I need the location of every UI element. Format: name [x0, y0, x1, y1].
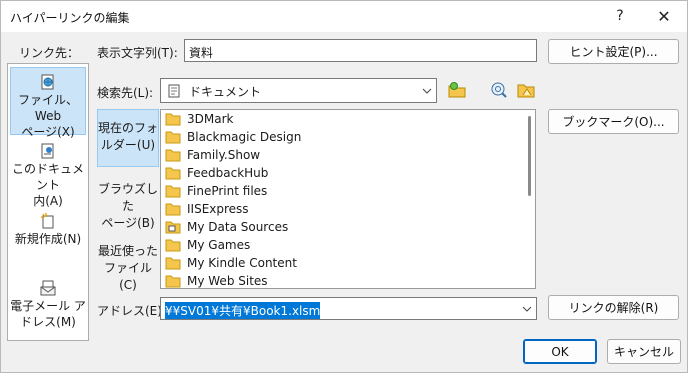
- browse-web-icon: [448, 82, 466, 98]
- link-to-panel: ファイル、Web ページ(X) このドキュメント 内(A) 新規作成(N) 電子…: [7, 63, 89, 341]
- folder-icon: [165, 185, 181, 198]
- list-item[interactable]: Family.Show: [165, 146, 260, 164]
- chevron-down-icon: [518, 298, 536, 319]
- tab-current-folder[interactable]: 現在のフォ ルダー(U): [97, 109, 159, 167]
- list-item[interactable]: My Kindle Content: [165, 254, 297, 272]
- file-name: My Kindle Content: [187, 256, 297, 270]
- folder-icon: [165, 239, 181, 252]
- tab-recent-files[interactable]: 最近使った ファイル(C): [97, 233, 159, 292]
- cancel-button-label: キャンセル: [613, 345, 674, 359]
- remove-link-button-label: リンクの解除(R): [568, 301, 659, 315]
- ok-button-label: OK: [551, 344, 569, 359]
- link-to-new-document-line1: 新規作成(N): [14, 232, 82, 246]
- file-name: 3DMark: [187, 112, 234, 126]
- screentip-button[interactable]: ヒント設定(P)...: [548, 39, 679, 64]
- display-text-input[interactable]: 資料: [184, 39, 537, 62]
- browse-file-button[interactable]: [487, 78, 511, 102]
- list-item[interactable]: Blackmagic Design: [165, 128, 301, 146]
- tab-recent-files-line1: 最近使った: [97, 244, 158, 258]
- help-icon: ?: [616, 8, 624, 24]
- tab-browsed-pages-line2: ページ(B): [101, 216, 155, 230]
- tab-browsed-pages-line1: ブラウズした: [97, 182, 158, 213]
- ok-button[interactable]: OK: [523, 339, 597, 364]
- address-value: ¥¥SV01¥共有¥Book1.xlsm: [165, 302, 321, 319]
- title-bar: ハイパーリンクの編集 ? ✕: [1, 1, 687, 32]
- file-list-scrollbar[interactable]: [528, 116, 531, 196]
- folder-icon: [165, 275, 181, 288]
- folder-icon: [165, 113, 181, 126]
- file-name: Blackmagic Design: [187, 130, 302, 144]
- tab-current-folder-line1: 現在のフォ: [98, 121, 159, 135]
- bookmark-button-label: ブックマーク(O)...: [562, 115, 665, 129]
- look-in-value: ドキュメント: [189, 85, 262, 99]
- folder-icon: [165, 149, 181, 162]
- dialog-title: ハイパーリンクの編集: [10, 11, 130, 25]
- browse-file-icon: [491, 82, 507, 98]
- file-list[interactable]: 3DMark Blackmagic Design Family.Show Fee…: [160, 109, 536, 289]
- folder-icon: [165, 257, 181, 270]
- list-item[interactable]: 3DMark: [165, 110, 233, 128]
- file-name: Family.Show: [187, 148, 261, 162]
- tab-current-folder-line2: ルダー(U): [100, 138, 156, 152]
- display-text-label: 表示文字列(T):: [97, 46, 178, 60]
- link-to-email-address[interactable]: 電子メール ア ドレス(M): [10, 274, 86, 342]
- list-item[interactable]: My Games: [165, 236, 250, 254]
- help-button[interactable]: ?: [609, 5, 631, 27]
- file-name: FinePrint files: [187, 184, 268, 198]
- link-to-email-address-line1: 電子メール ア: [10, 299, 86, 313]
- file-name: My Games: [187, 238, 251, 252]
- up-folder-icon: [517, 84, 535, 98]
- file-name: FeedbackHub: [187, 166, 269, 180]
- folder-icon: [165, 167, 181, 180]
- file-name: My Data Sources: [187, 220, 289, 234]
- link-to-email-address-line2: ドレス(M): [20, 315, 76, 329]
- email-icon: [40, 280, 56, 296]
- screentip-button-label: ヒント設定(P)...: [569, 45, 658, 59]
- document-place-icon: [41, 143, 54, 159]
- address-label: アドレス(E):: [97, 304, 166, 318]
- tab-recent-files-line2: ファイル(C): [103, 261, 152, 292]
- cancel-button[interactable]: キャンセル: [607, 339, 681, 364]
- display-text-value: 資料: [189, 46, 214, 60]
- look-in-label: 検索先(L):: [97, 86, 154, 100]
- link-to-existing-file-line1: ファイル、Web: [17, 93, 78, 123]
- folder-icon: [165, 203, 181, 216]
- close-button[interactable]: ✕: [653, 5, 675, 27]
- tab-browsed-pages[interactable]: ブラウズした ページ(B): [97, 171, 159, 230]
- browse-web-button[interactable]: [445, 78, 469, 102]
- folder-icon: [165, 131, 181, 144]
- remove-link-button[interactable]: リンクの解除(R): [548, 295, 679, 320]
- chevron-down-icon: [418, 79, 436, 102]
- link-to-place-in-document[interactable]: このドキュメント 内(A): [10, 137, 86, 208]
- list-item[interactable]: FinePrint files: [165, 182, 267, 200]
- link-to-new-document[interactable]: 新規作成(N): [10, 207, 86, 275]
- link-to-existing-file[interactable]: ファイル、Web ページ(X): [10, 67, 86, 139]
- look-in-side-tabs: 現在のフォ ルダー(U) ブラウズした ページ(B) 最近使った ファイル(C): [97, 109, 159, 292]
- bookmark-button[interactable]: ブックマーク(O)...: [548, 109, 679, 134]
- file-name: IISExpress: [187, 202, 249, 216]
- file-name: My Web Sites: [187, 274, 268, 288]
- close-icon: ✕: [657, 6, 671, 26]
- list-item[interactable]: My Web Sites: [165, 272, 268, 288]
- data-sources-folder-icon: [165, 221, 181, 234]
- look-in-dropdown[interactable]: ドキュメント: [160, 78, 437, 103]
- up-folder-button[interactable]: [514, 78, 538, 102]
- address-input[interactable]: ¥¥SV01¥共有¥Book1.xlsm: [160, 297, 537, 320]
- edit-hyperlink-dialog: ハイパーリンクの編集 ? ✕ リンク先： ファイル、Web ページ(X) このド…: [0, 0, 688, 373]
- link-to-place-in-document-line1: このドキュメント: [11, 162, 84, 192]
- globe-document-icon: [41, 74, 54, 90]
- folder-documents-icon: [168, 84, 180, 98]
- link-to-label: リンク先：: [19, 46, 80, 60]
- list-item[interactable]: My Data Sources: [165, 218, 288, 236]
- list-item[interactable]: FeedbackHub: [165, 164, 268, 182]
- new-document-icon: [40, 213, 54, 229]
- list-item[interactable]: IISExpress: [165, 200, 249, 218]
